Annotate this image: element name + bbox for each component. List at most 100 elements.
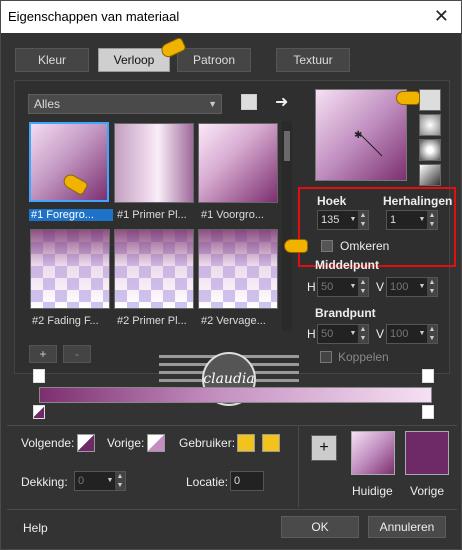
svg-text:✱: ✱: [354, 130, 362, 141]
middelpunt-v-label: V: [376, 280, 385, 294]
huidige-swatch[interactable]: [351, 431, 395, 475]
linear-style-button[interactable]: [419, 89, 441, 111]
dekking-input[interactable]: 0 ▼ ▲ ▼: [74, 471, 126, 491]
color-stop-right-icon[interactable]: [422, 405, 434, 419]
tutorial-pointer-icon: [284, 239, 308, 253]
spin-arrows-icon[interactable]: ▲ ▼: [427, 211, 437, 229]
tab-kleur[interactable]: Kleur: [15, 48, 89, 72]
spin-arrows-icon[interactable]: ▲ ▼: [427, 278, 437, 296]
chevron-down-icon[interactable]: ▼: [417, 278, 427, 296]
gradient-label-3: #1 Voorgro...: [201, 209, 264, 221]
locatie-value: 0: [234, 475, 241, 487]
spin-arrows-icon[interactable]: ▲ ▼: [427, 325, 437, 343]
dekking-value: 0: [78, 475, 85, 487]
cancel-button[interactable]: Annuleren: [368, 516, 446, 538]
remove-stop-button[interactable]: -: [63, 345, 91, 363]
window-title: Eigenschappen van materiaal: [8, 9, 180, 24]
chevron-down-icon[interactable]: ▼: [417, 211, 427, 229]
top-stop-left-icon[interactable]: [33, 369, 45, 383]
dekking-label: Dekking:: [21, 475, 68, 489]
tab-textuur[interactable]: Textuur: [276, 48, 350, 72]
divider: [7, 509, 457, 510]
vorige-color-swatch[interactable]: [405, 431, 449, 475]
chevron-down-icon[interactable]: ▼: [348, 278, 358, 296]
close-icon[interactable]: ✕: [434, 6, 449, 27]
koppelen-label: Koppelen: [338, 350, 389, 364]
brandpunt-label: Brandpunt: [315, 306, 376, 320]
watermark-text: claudia: [203, 371, 254, 387]
volgende-label: Volgende:: [21, 436, 75, 450]
add-stop-button[interactable]: +: [29, 345, 57, 363]
tab-patroon[interactable]: Patroon: [177, 48, 251, 72]
gebruiker-swatch-2[interactable]: [262, 434, 280, 452]
gradient-thumb-2[interactable]: [114, 123, 194, 203]
gradient-thumb-5[interactable]: [114, 229, 194, 309]
chevron-down-icon[interactable]: ▼: [348, 325, 358, 343]
middelpunt-v-value: 100: [390, 281, 409, 293]
chevron-down-icon[interactable]: ▼: [105, 472, 115, 490]
vorige-swatch-label: Vorige: [410, 484, 445, 498]
brandpunt-v-input[interactable]: 100 ▼ ▲ ▼: [386, 324, 438, 344]
gradient-editor-bar[interactable]: [39, 387, 432, 403]
brandpunt-v-label: V: [376, 327, 385, 341]
chevron-down-icon[interactable]: ▼: [417, 325, 427, 343]
volgende-swatch[interactable]: [77, 434, 95, 452]
locatie-input[interactable]: 0: [230, 471, 264, 491]
tutorial-pointer-icon: [396, 91, 420, 105]
brandpunt-v-value: 100: [390, 328, 409, 340]
title-bar: Eigenschappen van materiaal ✕: [1, 1, 461, 33]
vorige-swatch[interactable]: [147, 434, 165, 452]
scrollbar-thumb[interactable]: [284, 131, 290, 161]
vorige-label: Vorige:: [107, 436, 145, 450]
herhalingen-value: 1: [390, 214, 397, 226]
material-properties-window: Eigenschappen van materiaal ✕ Kleur Verl…: [0, 0, 462, 550]
hoek-label: Hoek: [317, 194, 347, 208]
brandpunt-h-input[interactable]: 50 ▼ ▲ ▼: [317, 324, 369, 344]
category-selected: Alles: [34, 97, 61, 111]
middelpunt-h-value: 50: [321, 281, 334, 293]
rectangular-style-button[interactable]: [419, 114, 441, 136]
gradient-thumb-1[interactable]: [29, 122, 109, 202]
gradient-thumb-6[interactable]: [198, 229, 278, 309]
spin-arrows-icon[interactable]: ▲ ▼: [358, 278, 368, 296]
chevron-down-icon: ▼: [208, 99, 217, 109]
tab-verloop[interactable]: Verloop: [98, 48, 170, 72]
gradient-preview[interactable]: ✱: [315, 89, 407, 181]
brandpunt-h-value: 50: [321, 328, 334, 340]
gebruiker-swatch-1[interactable]: [237, 434, 255, 452]
brandpunt-h-label: H: [307, 327, 316, 341]
gradient-label-6: #2 Vervage...: [201, 315, 266, 327]
middelpunt-v-input[interactable]: 100 ▼ ▲ ▼: [386, 277, 438, 297]
radial-style-button[interactable]: [419, 164, 441, 186]
color-stop-left-icon[interactable]: [33, 405, 45, 419]
gradient-label-5: #2 Primer Pl...: [117, 315, 187, 327]
gradient-label-4: #2 Fading F...: [32, 315, 99, 327]
chevron-down-icon[interactable]: ▼: [348, 211, 358, 229]
thumbnail-scrollbar[interactable]: [282, 121, 292, 331]
koppelen-checkbox[interactable]: [320, 351, 332, 363]
gradient-thumb-3[interactable]: [198, 123, 278, 203]
arrow-right-icon[interactable]: ➜: [275, 92, 288, 112]
ok-button[interactable]: OK: [281, 516, 359, 538]
gradient-thumb-4[interactable]: [30, 229, 110, 309]
middelpunt-h-label: H: [307, 280, 316, 294]
spin-arrows-icon[interactable]: ▲ ▼: [115, 472, 125, 490]
divider: [298, 425, 299, 507]
spin-arrows-icon[interactable]: ▲ ▼: [358, 211, 368, 229]
divider: [7, 425, 457, 426]
middelpunt-h-input[interactable]: 50 ▼ ▲ ▼: [317, 277, 369, 297]
herhalingen-input[interactable]: 1 ▼ ▲ ▼: [386, 210, 438, 230]
omkeren-label: Omkeren: [340, 239, 390, 253]
category-dropdown[interactable]: Alles ▼: [28, 94, 222, 114]
sunburst-style-button[interactable]: [419, 139, 441, 161]
huidige-label: Huidige: [352, 484, 393, 498]
middelpunt-label: Middelpunt: [315, 258, 379, 272]
gradient-label-1: #1 Foregro...: [29, 209, 113, 221]
library-list-icon[interactable]: [241, 94, 257, 110]
hoek-input[interactable]: 135 ▼ ▲ ▼: [317, 210, 369, 230]
omkeren-checkbox[interactable]: [321, 240, 333, 252]
spin-arrows-icon[interactable]: ▲ ▼: [358, 325, 368, 343]
add-swatch-button[interactable]: +: [311, 435, 337, 461]
top-stop-right-icon[interactable]: [422, 369, 434, 383]
help-button[interactable]: Help: [23, 521, 48, 535]
